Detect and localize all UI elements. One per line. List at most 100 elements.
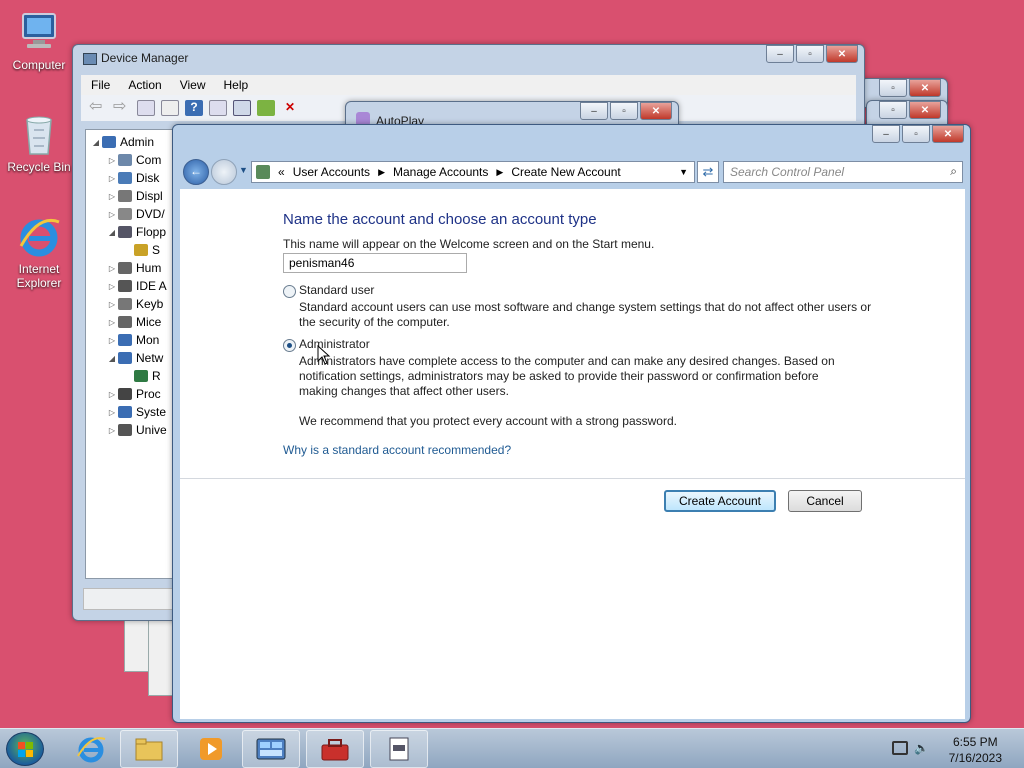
help-icon[interactable]: ? <box>185 100 203 116</box>
search-input[interactable]: Search Control Panel ⌕ <box>723 161 963 183</box>
close-icon[interactable]: ✕ <box>909 101 941 119</box>
maximize-icon[interactable]: ▫ <box>796 45 824 63</box>
close-icon[interactable]: ✕ <box>826 45 858 63</box>
account-name-input[interactable]: penisman46 <box>283 253 467 273</box>
back-arrow-icon[interactable]: ⇦ <box>89 99 107 116</box>
standard-account-help-link[interactable]: Why is a standard account recommended? <box>283 443 511 457</box>
tree-item-label: Proc <box>136 387 161 401</box>
administrator-label[interactable]: Administrator <box>299 337 370 352</box>
internet-explorer-icon <box>17 214 61 258</box>
standard-user-radio[interactable] <box>283 285 296 298</box>
expand-arrow-icon[interactable]: ▷ <box>106 336 118 345</box>
expand-arrow-icon[interactable]: ▷ <box>106 300 118 309</box>
close-icon[interactable]: ✕ <box>932 125 964 143</box>
view-icon[interactable] <box>209 100 227 116</box>
menu-action[interactable]: Action <box>128 78 161 92</box>
media-player-icon <box>200 738 222 760</box>
create-account-button[interactable]: Create Account <box>664 490 776 512</box>
taskbar-device-manager[interactable] <box>370 730 428 768</box>
expand-arrow-icon[interactable]: ▷ <box>106 318 118 327</box>
maximize-icon[interactable]: ▫ <box>902 125 930 143</box>
breadcrumb-user-accounts[interactable]: User Accounts <box>293 165 370 179</box>
device-icon <box>118 334 132 346</box>
windows-logo-icon <box>18 742 33 757</box>
uninstall-icon[interactable]: ✕ <box>281 100 299 116</box>
maximize-icon[interactable]: ▫ <box>610 102 638 120</box>
desktop-icon-label: Recycle Bin <box>7 160 71 174</box>
standard-user-description: the security of the computer. <box>299 315 450 329</box>
standard-user-label[interactable]: Standard user <box>299 283 374 298</box>
desktop-icon-recycle-bin[interactable]: Recycle Bin <box>4 112 74 174</box>
create-account-window[interactable]: – ▫ ✕ ← ▼ « User Accounts ▶ Manage Accou… <box>172 124 971 723</box>
menu-view[interactable]: View <box>180 78 206 92</box>
clock-date: 7/16/2023 <box>948 751 1002 765</box>
restore-icon[interactable]: ▫ <box>879 79 907 97</box>
volume-muted-icon[interactable]: 🔈 <box>914 741 929 755</box>
search-placeholder: Search Control Panel <box>730 165 845 179</box>
menu-help[interactable]: Help <box>224 78 249 92</box>
close-icon[interactable]: ✕ <box>640 102 672 120</box>
control-panel-icon <box>256 738 286 760</box>
desktop-icon-label: Computer <box>12 58 66 72</box>
expand-arrow-icon[interactable]: ▷ <box>106 156 118 165</box>
expand-arrow-icon[interactable]: ▷ <box>106 282 118 291</box>
internet-explorer-icon <box>77 737 106 763</box>
expand-arrow-icon[interactable]: ▷ <box>106 426 118 435</box>
expand-arrow-icon[interactable]: ▷ <box>106 390 118 399</box>
update-driver-icon[interactable] <box>257 100 275 116</box>
device-icon <box>118 298 132 310</box>
network-icon[interactable] <box>892 741 908 755</box>
taskbar-media-player[interactable] <box>182 730 240 768</box>
menu-file[interactable]: File <box>91 78 110 92</box>
scan-hardware-icon[interactable] <box>233 100 251 116</box>
minimize-icon[interactable]: – <box>766 45 794 63</box>
collapse-arrow-icon[interactable]: ◢ <box>106 228 118 237</box>
tree-item-label: Unive <box>136 423 167 437</box>
tree-item-label: IDE A <box>136 279 167 293</box>
address-dropdown-icon[interactable]: ▼ <box>679 167 688 177</box>
close-icon[interactable]: ✕ <box>909 79 941 97</box>
expand-arrow-icon[interactable]: ▷ <box>106 192 118 201</box>
collapse-arrow-icon[interactable]: ◢ <box>106 354 118 363</box>
clock[interactable]: 6:55 PM 7/16/2023 <box>949 734 1002 766</box>
search-icon[interactable]: ⌕ <box>950 164 957 179</box>
taskbar-windows-explorer[interactable] <box>120 730 178 768</box>
expand-arrow-icon[interactable]: ▷ <box>106 408 118 417</box>
device-manager-icon <box>389 737 409 761</box>
properties-icon[interactable] <box>161 100 179 116</box>
expand-arrow-icon[interactable]: ▷ <box>106 174 118 183</box>
minimize-icon[interactable]: – <box>872 125 900 143</box>
administrator-radio[interactable] <box>283 339 296 352</box>
start-button[interactable] <box>6 732 44 766</box>
device-icon <box>118 190 132 202</box>
taskbar-internet-explorer[interactable] <box>62 730 120 768</box>
desktop-icon-computer[interactable]: Computer <box>4 10 74 72</box>
expand-arrow-icon[interactable]: ▷ <box>106 210 118 219</box>
breadcrumb-separator-icon[interactable]: ▶ <box>378 167 385 178</box>
tree-item-label: Mon <box>136 333 160 347</box>
tree-item-label: DVD/ <box>136 207 165 221</box>
page-title: Name the account and choose an account t… <box>283 211 597 228</box>
breadcrumb-create-new-account[interactable]: Create New Account <box>511 165 620 179</box>
restore-icon[interactable]: ▫ <box>879 101 907 119</box>
forward-arrow-icon[interactable]: ⇨ <box>113 99 131 116</box>
recent-pages-dropdown-icon[interactable]: ▼ <box>239 165 248 175</box>
console-tree-icon[interactable] <box>137 100 155 116</box>
taskbar-toolbox[interactable] <box>306 730 364 768</box>
back-arrow-icon[interactable]: ← <box>183 159 209 185</box>
breadcrumb-manage-accounts[interactable]: Manage Accounts <box>393 165 488 179</box>
breadcrumb-separator-icon[interactable]: ▶ <box>496 167 503 178</box>
refresh-icon[interactable]: ⇄ <box>697 161 719 183</box>
collapse-arrow-icon[interactable]: ◢ <box>90 138 102 147</box>
expand-arrow-icon[interactable]: ▷ <box>106 264 118 273</box>
administrator-description: Administrators have complete access to t… <box>299 354 835 368</box>
taskbar-control-panel[interactable] <box>242 730 300 768</box>
breadcrumb-prefix[interactable]: « <box>278 165 285 179</box>
address-bar[interactable]: « User Accounts ▶ Manage Accounts ▶ Crea… <box>251 161 695 183</box>
minimize-icon[interactable]: – <box>580 102 608 120</box>
administrator-description: making changes that affect other users. <box>299 384 509 398</box>
desktop-icon-internet-explorer[interactable]: Internet Explorer <box>4 214 74 290</box>
cancel-button[interactable]: Cancel <box>788 490 862 512</box>
tree-item-label: Keyb <box>136 297 164 311</box>
forward-arrow-icon[interactable] <box>211 159 237 185</box>
